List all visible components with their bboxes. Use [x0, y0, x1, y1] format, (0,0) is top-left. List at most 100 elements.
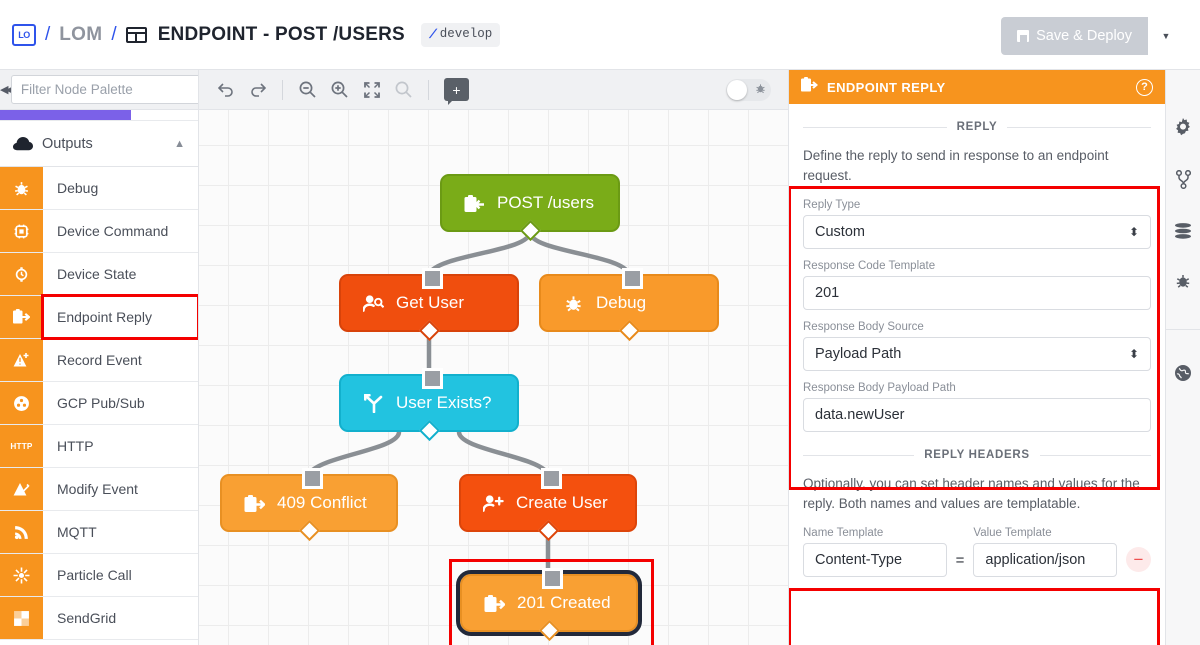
- headers-heading-text: REPLY HEADERS: [924, 449, 1030, 462]
- palette-item-modify-event[interactable]: Modify Event: [0, 468, 198, 511]
- data-storage-icon[interactable]: [1174, 223, 1192, 239]
- node-input-port[interactable]: [301, 468, 323, 489]
- bug-icon: [0, 167, 43, 209]
- input-response-body-payload-path[interactable]: data.newUser: [803, 398, 1151, 433]
- flow-node-post-users[interactable]: POST /users: [440, 174, 620, 242]
- palette-item-mqtt[interactable]: MQTT: [0, 511, 198, 554]
- flow-node-201-created[interactable]: 201 Created: [456, 568, 642, 642]
- highlight-annotation-reply-headers: [789, 588, 1160, 645]
- flow-node-debug[interactable]: Debug: [539, 268, 719, 342]
- http-icon: HTTP: [0, 425, 43, 467]
- breadcrumb-org[interactable]: LOM: [59, 24, 102, 46]
- canvas-toolbar: +: [199, 70, 788, 110]
- cloud-icon: [13, 136, 33, 151]
- palette-item-text: Modify Event: [57, 481, 138, 497]
- remove-header-button[interactable]: −: [1126, 547, 1152, 573]
- flow-node-user-exists[interactable]: User Exists?: [339, 368, 519, 442]
- breadcrumb: LO / LOM / ENDPOINT - POST /USERS / deve…: [0, 22, 501, 47]
- save-deploy-label: Save & Deploy: [1036, 28, 1132, 44]
- version-branch-icon[interactable]: [1175, 170, 1191, 189]
- globe-icon[interactable]: [1174, 364, 1192, 382]
- node-input-port[interactable]: [541, 568, 563, 589]
- palette-item-particle-call[interactable]: Particle Call: [0, 554, 198, 597]
- endpoint-reply-icon: [484, 594, 505, 613]
- headers-section-heading: REPLY HEADERS: [803, 449, 1151, 461]
- palette-item-record-event[interactable]: Record Event: [0, 339, 198, 382]
- header-name-input[interactable]: Content-Type: [803, 543, 947, 578]
- search-button[interactable]: [390, 76, 417, 103]
- select-reply-type[interactable]: Custom: [803, 215, 1151, 250]
- flow-node-create-user[interactable]: Create User: [459, 468, 637, 542]
- debug-toggle[interactable]: [726, 79, 771, 101]
- branch-badge[interactable]: / develop: [420, 22, 501, 47]
- user-add-icon: [483, 494, 504, 512]
- redo-button[interactable]: [244, 76, 271, 103]
- field-response-code-template: Response Code Template 201: [803, 260, 1151, 311]
- header-value-label: Value Template: [973, 527, 1052, 540]
- header-value-input[interactable]: application/json: [973, 543, 1118, 578]
- flow-canvas[interactable]: POST /users Get User Debug User Exists? 409 …: [199, 110, 788, 645]
- sendgrid-icon: [0, 597, 43, 639]
- palette-item-gcp-pub-sub[interactable]: GCP Pub/Sub: [0, 382, 198, 425]
- palette-item-sendgrid[interactable]: SendGrid: [0, 597, 198, 640]
- fit-view-button[interactable]: [358, 76, 385, 103]
- palette-item-label: Endpoint Reply: [41, 294, 198, 340]
- branch-name: develop: [439, 27, 493, 41]
- deploy-dropdown-button[interactable]: ▼: [1148, 17, 1184, 55]
- palette-item-label: Device Command: [43, 210, 198, 252]
- settings-gear-icon[interactable]: [1174, 118, 1192, 136]
- device-state-icon: [0, 253, 43, 295]
- page-title: ENDPOINT - POST /USERS: [157, 23, 405, 45]
- palette-item-text: HTTP: [57, 438, 94, 454]
- save-deploy-group[interactable]: Save & Deploy ▼: [1001, 17, 1184, 55]
- palette-toolbar: ◀◀: [0, 70, 198, 110]
- endpoint-trigger-icon: [464, 194, 485, 213]
- palette-item-endpoint-reply[interactable]: Endpoint Reply: [0, 294, 198, 340]
- add-note-button[interactable]: +: [444, 78, 469, 105]
- palette-item-label: HTTP: [43, 425, 198, 467]
- flow-node-label: Create User: [516, 493, 608, 512]
- user-search-icon: [363, 294, 384, 312]
- equals-sign: =: [955, 552, 965, 570]
- help-icon[interactable]: ?: [1136, 78, 1153, 96]
- endpoint-reply-icon: [801, 76, 818, 98]
- node-input-port[interactable]: [421, 368, 443, 389]
- reply-section-heading: REPLY: [803, 121, 1151, 133]
- palette-item-device-state[interactable]: Device State: [0, 253, 198, 296]
- select-response-body-source[interactable]: Payload Path: [803, 337, 1151, 372]
- collapse-palette-button[interactable]: ◀◀: [0, 70, 14, 109]
- field-response-body-source: Response Body Source Payload Path: [803, 321, 1151, 372]
- palette-item-label: MQTT: [43, 511, 198, 553]
- input-response-code-template[interactable]: 201: [803, 276, 1151, 311]
- field-label: Response Code Template: [803, 260, 936, 273]
- device-command-icon: [0, 210, 43, 252]
- flow-node-label: Debug: [596, 293, 647, 312]
- flow-node-get-user[interactable]: Get User: [339, 268, 519, 342]
- palette-item-device-command[interactable]: Device Command: [0, 210, 198, 253]
- panel-header: ENDPOINT REPLY ?: [789, 70, 1165, 104]
- palette-item-debug[interactable]: Debug: [0, 167, 198, 210]
- flow-node-409-conflict[interactable]: 409 Conflict: [220, 468, 398, 542]
- save-deploy-button[interactable]: Save & Deploy: [1001, 17, 1148, 55]
- chevron-up-icon[interactable]: ▲: [174, 138, 185, 150]
- field-label: Response Body Payload Path: [803, 382, 956, 395]
- palette-item-http[interactable]: HTTP HTTP: [0, 425, 198, 468]
- node-input-port[interactable]: [540, 468, 562, 489]
- palette-category-outputs[interactable]: Outputs ▲: [0, 120, 198, 167]
- previous-category-strip: [0, 110, 131, 120]
- debug-bug-icon[interactable]: [1175, 273, 1191, 289]
- undo-button[interactable]: [212, 76, 239, 103]
- reply-heading-text: REPLY: [956, 121, 998, 133]
- zoom-out-button[interactable]: [294, 76, 321, 103]
- node-input-port[interactable]: [421, 268, 443, 289]
- flow-node-label: POST /users: [497, 193, 594, 212]
- zoom-in-button[interactable]: [326, 76, 353, 103]
- app-logo[interactable]: LO: [12, 23, 36, 46]
- palette-item-text: Device Command: [57, 223, 169, 239]
- node-input-port[interactable]: [621, 268, 643, 289]
- flow-icon: [125, 26, 147, 43]
- palette-item-text: Record Event: [57, 352, 142, 368]
- filter-node-palette-input[interactable]: [10, 75, 198, 104]
- palette-category-label: Outputs: [42, 135, 93, 152]
- node-config-panel: ENDPOINT REPLY ? REPLY Define the reply …: [788, 70, 1165, 645]
